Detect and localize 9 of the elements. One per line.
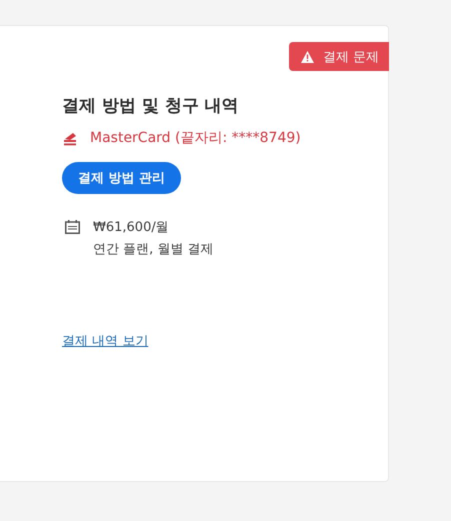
billing-history-link[interactable]: 결제 내역 보기	[62, 332, 148, 350]
section-title: 결제 방법 및 청구 내역	[62, 95, 239, 117]
badge-label: 결제 문제	[322, 48, 379, 66]
payment-method-text: MasterCard (끝자리: ****8749)	[90, 129, 301, 147]
plan-description: 연간 플랜, 월별 결제	[93, 241, 214, 258]
calendar-icon	[65, 220, 80, 234]
manage-payment-button[interactable]: 결제 방법 관리	[62, 162, 182, 194]
warning-icon	[300, 50, 314, 62]
plan-price: ₩61,600/월	[93, 219, 170, 236]
